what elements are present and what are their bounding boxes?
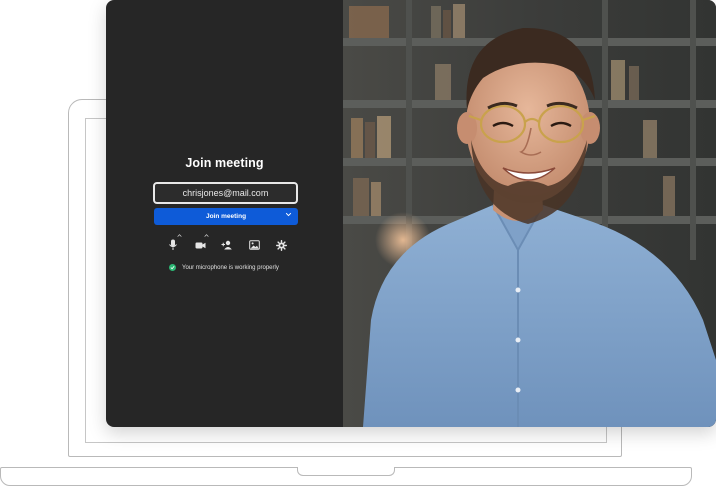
caret-up-icon[interactable] — [177, 234, 182, 237]
email-field[interactable] — [153, 182, 298, 204]
microphone-status: Your microphone is working properly — [169, 264, 279, 271]
meeting-app-window: Join meeting Join meeting — [106, 0, 716, 427]
camera-button[interactable] — [191, 234, 209, 254]
microphone-status-text: Your microphone is working properly — [182, 264, 279, 271]
invite-button[interactable] — [218, 236, 236, 254]
settings-icon — [275, 239, 287, 251]
join-title: Join meeting — [185, 156, 264, 170]
chevron-down-icon[interactable] — [285, 211, 292, 221]
video-preview — [343, 0, 716, 427]
device-toolbar — [164, 234, 290, 254]
participant-video-image — [343, 0, 716, 427]
microphone-button[interactable] — [164, 234, 182, 254]
microphone-icon — [169, 239, 177, 250]
laptop-notch-outline — [297, 467, 395, 476]
caret-up-icon[interactable] — [204, 234, 209, 237]
background-button[interactable] — [245, 236, 263, 254]
join-meeting-button[interactable]: Join meeting — [154, 208, 298, 225]
add-person-icon — [221, 240, 232, 250]
camera-icon — [195, 242, 205, 248]
join-panel: Join meeting Join meeting — [106, 0, 343, 427]
join-button-label: Join meeting — [205, 213, 247, 220]
image-icon — [248, 240, 260, 250]
check-circle-icon — [169, 264, 176, 271]
settings-button[interactable] — [272, 236, 290, 254]
